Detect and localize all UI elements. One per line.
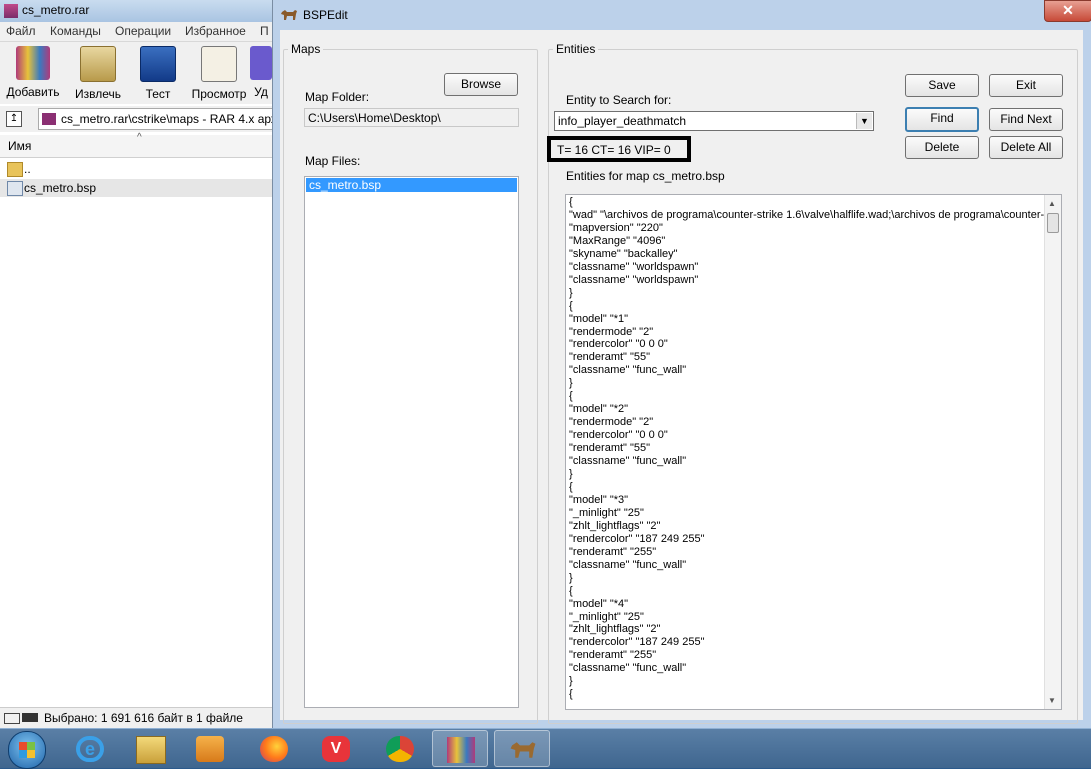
winrar-toolbar: Добавить Извлечь Тест Просмотр Уд	[0, 42, 272, 104]
taskbar-media-player[interactable]	[182, 730, 238, 767]
column-header-name[interactable]: Имя ^	[0, 132, 272, 158]
menu-operations[interactable]: Операции	[115, 24, 171, 38]
bspedit-title-bar[interactable]: BSPEdit ✕	[273, 0, 1091, 30]
team-counts-box: T= 16 CT= 16 VIP= 0	[547, 136, 691, 162]
file-name: ..	[24, 162, 31, 176]
vivaldi-icon: V	[322, 736, 350, 762]
scroll-down-icon[interactable]: ▼	[1048, 696, 1056, 705]
add-label: Добавить	[6, 85, 60, 99]
map-folder-label: Map Folder:	[305, 90, 370, 104]
taskbar-ie[interactable]: e	[62, 730, 118, 767]
key-icon	[22, 713, 38, 722]
status-text: Выбрано: 1 691 616 байт в 1 файле	[44, 711, 243, 725]
delete-icon	[250, 46, 272, 80]
start-button[interactable]	[8, 731, 46, 769]
winrar-window: cs_metro.rar Файл Команды Операции Избра…	[0, 0, 277, 729]
map-folder-field[interactable]: C:\Users\Home\Desktop\	[304, 108, 519, 127]
archive-icon	[42, 113, 56, 125]
scroll-up-icon[interactable]: ▲	[1048, 199, 1056, 208]
entities-text: { "wad" "\archivos de programa\counter-s…	[569, 196, 1044, 701]
file-row-parent[interactable]: ..	[0, 160, 272, 178]
taskbar-chrome[interactable]	[372, 730, 428, 767]
winrar-menu-bar: Файл Команды Операции Избранное П	[0, 22, 272, 42]
menu-commands[interactable]: Команды	[50, 24, 101, 38]
file-explorer-icon	[136, 736, 166, 764]
folder-icon	[7, 162, 23, 177]
delete-label: Уд	[254, 85, 268, 99]
up-folder-icon[interactable]: ↥	[6, 111, 22, 127]
extract-icon	[80, 46, 116, 82]
map-file-name: cs_metro.bsp	[309, 178, 382, 192]
find-button[interactable]: Find	[905, 107, 979, 132]
file-icon	[7, 181, 23, 196]
winrar-title-bar[interactable]: cs_metro.rar	[0, 0, 272, 22]
drive-icon	[4, 713, 20, 724]
test-icon	[140, 46, 176, 82]
file-row-cs-metro[interactable]: cs_metro.bsp	[0, 179, 272, 197]
bspedit-title: BSPEdit	[303, 8, 348, 22]
entity-search-value: info_player_deathmatch	[558, 114, 687, 128]
entities-scrollbar[interactable]: ▲ ▼	[1044, 195, 1061, 709]
bspedit-window: BSPEdit ✕ Maps Browse Map Folder: C:\Use…	[272, 0, 1091, 728]
test-label: Тест	[145, 87, 171, 101]
scroll-thumb[interactable]	[1047, 213, 1059, 233]
view-button[interactable]: Просмотр	[189, 46, 249, 101]
path-text: cs_metro.rar\cstrike\maps - RAR 4.x арх	[61, 112, 277, 126]
map-files-label: Map Files:	[305, 154, 361, 168]
media-player-icon	[196, 736, 224, 762]
test-button[interactable]: Тест	[128, 46, 188, 101]
entities-textarea[interactable]: { "wad" "\archivos de programa\counter-s…	[565, 194, 1062, 710]
delete-all-button[interactable]: Delete All	[989, 136, 1063, 159]
taskbar: e V	[0, 728, 1091, 769]
entities-list-label: Entities for map cs_metro.bsp	[566, 169, 725, 183]
exit-button[interactable]: Exit	[989, 74, 1063, 97]
team-counts: T= 16 CT= 16 VIP= 0	[557, 143, 671, 157]
extract-label: Извлечь	[74, 87, 121, 101]
firefox-icon	[260, 736, 288, 762]
find-next-button[interactable]: Find Next	[989, 108, 1063, 131]
delete-button[interactable]: Delete	[905, 136, 979, 159]
taskbar-firefox[interactable]	[246, 730, 302, 767]
map-files-list[interactable]: cs_metro.bsp	[304, 176, 519, 708]
file-name: cs_metro.bsp	[24, 181, 97, 195]
taskbar-bspedit[interactable]	[494, 730, 550, 767]
taskbar-winrar[interactable]	[432, 730, 488, 767]
save-button[interactable]: Save	[905, 74, 979, 97]
winrar-title: cs_metro.rar	[22, 3, 90, 17]
chrome-icon	[386, 736, 414, 762]
entities-legend: Entities	[556, 42, 596, 56]
add-button[interactable]: Добавить	[3, 46, 63, 99]
bspedit-icon	[510, 742, 536, 758]
entity-search-label: Entity to Search for:	[566, 93, 672, 107]
menu-favorites[interactable]: Избранное	[185, 24, 246, 38]
view-icon	[201, 46, 237, 82]
map-folder-value: C:\Users\Home\Desktop\	[308, 111, 441, 125]
add-archive-icon	[16, 46, 50, 80]
list-item[interactable]: cs_metro.bsp	[306, 178, 517, 192]
maps-legend: Maps	[291, 42, 321, 56]
winrar-status-bar: Выбрано: 1 691 616 байт в 1 файле	[0, 707, 272, 729]
dog-icon	[281, 10, 297, 20]
sort-arrow-icon: ^	[137, 132, 142, 143]
menu-more[interactable]: П	[260, 24, 269, 38]
column-header-label: Имя	[8, 139, 32, 153]
chevron-down-icon[interactable]: ▼	[856, 113, 872, 129]
windows-logo-lower	[19, 750, 35, 758]
bspedit-client: Maps Browse Map Folder: C:\Users\Home\De…	[280, 30, 1083, 724]
path-field[interactable]: cs_metro.rar\cstrike\maps - RAR 4.x арх	[38, 108, 277, 130]
view-label: Просмотр	[191, 87, 247, 101]
close-button[interactable]: ✕	[1044, 0, 1091, 22]
browse-button[interactable]: Browse	[444, 73, 518, 96]
menu-file[interactable]: Файл	[6, 24, 36, 38]
extract-button[interactable]: Извлечь	[68, 46, 128, 101]
delete-button[interactable]: Уд	[250, 46, 272, 99]
taskbar-explorer[interactable]	[122, 730, 178, 767]
winrar-path-bar: ↥ cs_metro.rar\cstrike\maps - RAR 4.x ар…	[0, 106, 277, 132]
internet-explorer-icon: e	[76, 736, 104, 762]
winrar-app-icon	[4, 4, 18, 18]
entity-search-combo[interactable]: info_player_deathmatch ▼	[554, 111, 874, 131]
winrar-icon	[447, 737, 475, 763]
taskbar-vivaldi[interactable]: V	[308, 730, 364, 767]
